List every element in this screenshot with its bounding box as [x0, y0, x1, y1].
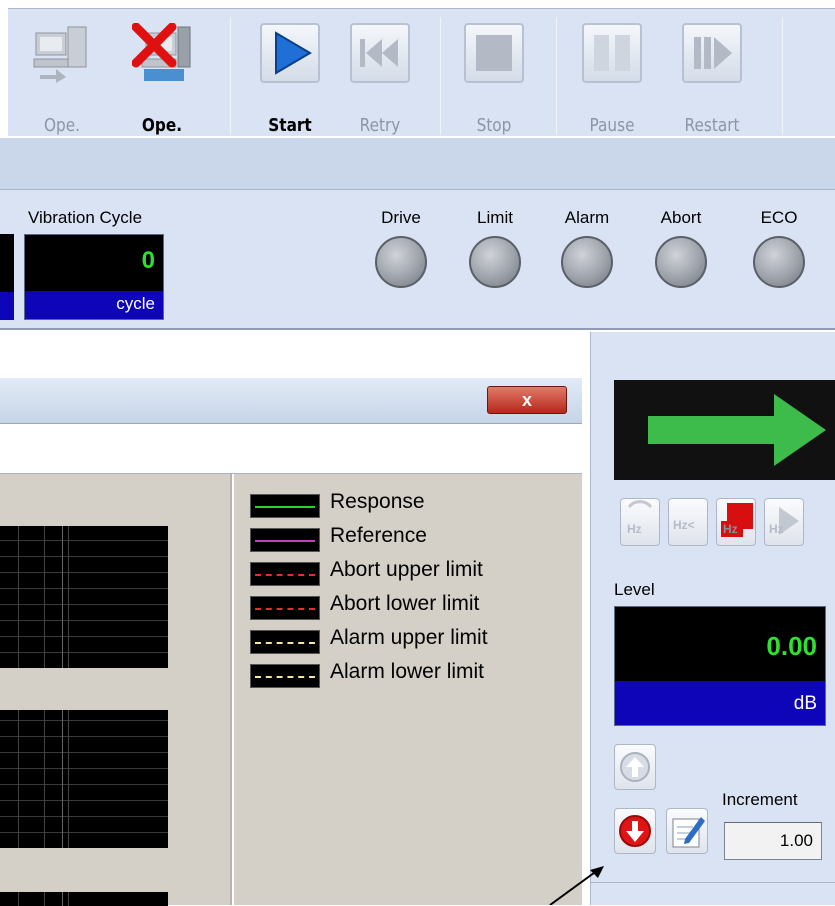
led-abort: Abort — [646, 208, 716, 288]
vibration-cycle-unit: cycle — [25, 291, 163, 319]
hz-hold-label: Hz — [723, 522, 738, 536]
graph-plot — [0, 526, 168, 668]
legend-panel: Response Reference Abort upper limit Abo… — [234, 474, 582, 905]
retry-button[interactable]: Retry — [338, 19, 422, 139]
retry-icon — [350, 23, 410, 83]
stop-icon — [464, 23, 524, 83]
retry-label: Retry — [359, 115, 401, 136]
legend-swatch — [250, 562, 320, 586]
ope-start-button[interactable]: Ope. start — [20, 19, 104, 157]
arrow-up-icon — [620, 752, 650, 782]
legend-label: Response — [330, 490, 425, 513]
led-drive: Drive — [366, 208, 436, 288]
restart-label: Restart — [684, 115, 740, 136]
window-header-area — [0, 424, 582, 474]
increment-up-button[interactable] — [614, 744, 656, 790]
toolbar-separator — [782, 17, 783, 135]
pause-icon — [582, 23, 642, 83]
ope-end-button[interactable]: Ope. end — [120, 19, 204, 157]
ope-end-icon — [132, 23, 191, 81]
start-button[interactable]: Start — [248, 19, 332, 139]
legend-label: Alarm lower limit — [330, 660, 485, 683]
hz-down-icon: Hz — [627, 500, 653, 536]
legend-swatch — [250, 494, 320, 518]
arrow-down-icon — [619, 815, 651, 847]
led-eco: ECO — [744, 208, 814, 288]
pause-button[interactable]: Pause — [570, 19, 654, 139]
led-limit-label: Limit — [477, 208, 513, 227]
legend-label: Abort lower limit — [330, 592, 480, 615]
level-unit: dB — [615, 681, 825, 725]
increment-label: Increment — [722, 790, 798, 809]
secondary-band — [0, 138, 835, 190]
hz-up-icon: Hz — [769, 507, 799, 536]
right-arrow-icon — [648, 394, 826, 466]
pause-label: Pause — [589, 115, 635, 136]
hz-less-icon: Hz< — [673, 518, 695, 532]
stop-label: Stop — [476, 115, 512, 136]
graph-plot — [0, 892, 168, 906]
graph-plot — [0, 710, 168, 848]
led-eco-indicator — [753, 236, 805, 288]
level-label: Level — [614, 580, 655, 599]
legend-label: Reference — [330, 524, 427, 547]
legend-swatch — [250, 664, 320, 688]
hz-hold-button[interactable]: Hz — [716, 498, 756, 546]
status-strip: Vibration Cycle 0 cycle Drive Limit Alar… — [0, 190, 835, 330]
led-alarm-indicator — [561, 236, 613, 288]
edit-icon — [672, 817, 705, 848]
hz-up-button[interactable]: Hz — [764, 498, 804, 546]
vibration-cycle-meter: 0 cycle — [24, 234, 164, 320]
toolbar-separator — [440, 17, 441, 135]
legend-swatch — [250, 596, 320, 620]
stop-button[interactable]: Stop — [452, 19, 536, 139]
start-label: Start — [268, 115, 312, 136]
hz-less-button[interactable]: Hz< — [668, 498, 708, 546]
edit-button[interactable] — [666, 808, 708, 854]
increment-input[interactable]: 1.00 — [724, 822, 822, 860]
meter-left-edge — [0, 234, 14, 320]
led-eco-label: ECO — [760, 208, 798, 227]
ope-start-icon — [33, 26, 87, 83]
led-drive-label: Drive — [381, 208, 421, 227]
direction-display — [614, 380, 835, 480]
led-drive-indicator — [375, 236, 427, 288]
toolbar-separator — [556, 17, 557, 135]
increment-down-button[interactable] — [614, 808, 656, 854]
legend-swatch — [250, 630, 320, 654]
led-alarm-label: Alarm — [564, 208, 610, 227]
hz-less-label: Hz< — [673, 518, 695, 532]
led-limit-indicator — [469, 236, 521, 288]
led-limit: Limit — [460, 208, 530, 288]
toolbar-separator — [230, 17, 231, 135]
hz-down-button[interactable]: Hz — [620, 498, 660, 546]
restart-button[interactable]: Restart — [670, 19, 754, 139]
legend-label: Alarm upper limit — [330, 626, 488, 649]
panel-divider — [590, 882, 835, 883]
legend-label: Abort upper limit — [330, 558, 483, 581]
window-titlebar: x — [0, 378, 582, 424]
level-value: 0.00 — [615, 607, 825, 681]
start-icon — [260, 23, 320, 83]
vibration-cycle-value: 0 — [25, 235, 163, 291]
hz-down-label: Hz — [627, 522, 642, 536]
led-alarm: Alarm — [552, 208, 622, 288]
hz-up-label: Hz — [769, 522, 784, 536]
led-abort-indicator — [655, 236, 707, 288]
restart-icon — [682, 23, 742, 83]
toolbar: Ope. start Ope. end Start Retry — [8, 8, 835, 157]
level-meter: 0.00 dB — [614, 606, 826, 726]
vibration-cycle-label: Vibration Cycle — [28, 208, 143, 227]
pointer-arrow-icon — [549, 866, 604, 905]
close-button[interactable]: x — [487, 386, 567, 414]
led-abort-label: Abort — [660, 208, 702, 227]
graph-area — [0, 474, 232, 906]
hz-hold-icon: Hz — [721, 503, 753, 537]
legend-swatch — [250, 528, 320, 552]
